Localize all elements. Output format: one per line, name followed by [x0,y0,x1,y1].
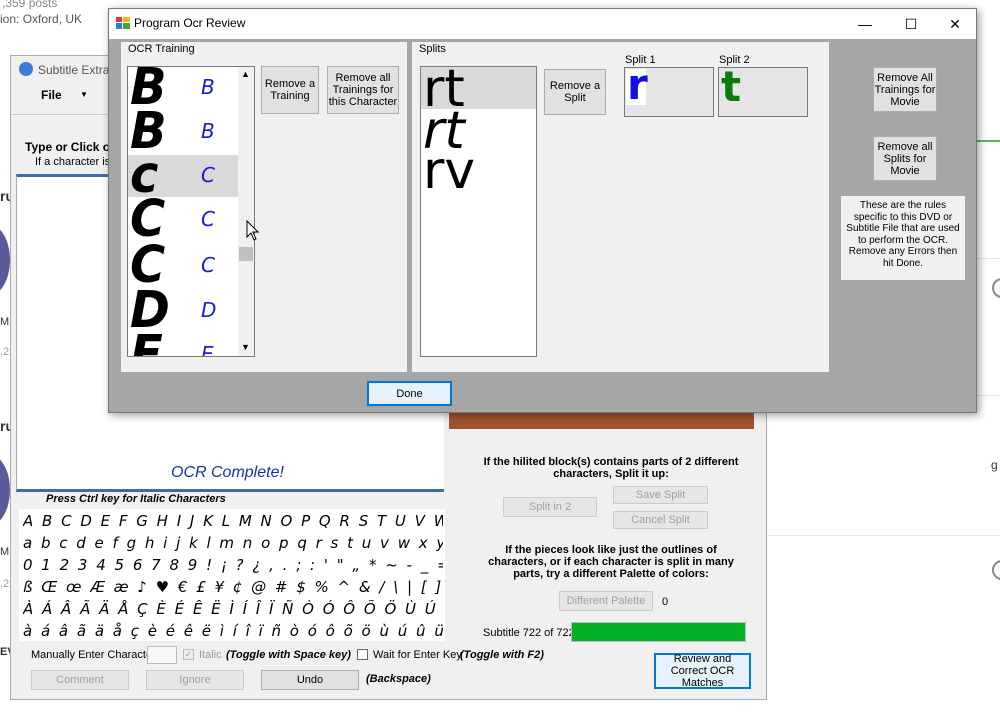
splits-label: Splits [419,43,446,55]
remove-training-button[interactable]: Remove a Training [261,66,319,114]
divider [765,535,1000,536]
training-char: C [201,163,215,187]
text-fragment: g [991,458,998,472]
different-palette-button[interactable]: Different Palette [559,591,653,611]
split-in-2-button[interactable]: Split in 2 [503,497,597,517]
chevron-down-icon[interactable]: ▼ [241,342,250,352]
comment-button[interactable]: Comment [31,670,129,690]
location-value: Oxford, UK [22,12,83,26]
text-fragment: ,2 [0,578,10,590]
character-pad[interactable]: A B C D E F G H I J K L M N O P Q R S T … [19,509,445,641]
avatar [0,455,10,525]
text-fragment: ,2 [0,346,10,358]
list-item[interactable]: E E [128,329,238,357]
split2-preview: t [718,62,808,117]
toggle-f2-hint: (Toggle with F2) [460,649,544,661]
italic-checkbox[interactable]: ✓ [183,649,194,660]
rules-description: These are the rules specific to this DVD… [841,196,965,280]
location: ion: Oxford, UK [0,12,82,26]
training-list[interactable]: B B B B c C C C C C D D E E ▲ ▼ [127,66,255,357]
circle-icon[interactable] [992,560,1000,580]
remove-all-trainings-char-button[interactable]: Remove all Trainings for this Character [327,66,399,114]
avatar [0,225,10,295]
chevron-up-icon[interactable]: ▲ [241,69,250,79]
circle-icon[interactable] [992,278,1000,298]
char-row[interactable]: A B C D E F G H I J K L M N O P Q R S T … [23,512,443,530]
training-char: C [201,253,215,277]
manual-enter-label: Manually Enter Character: [31,649,159,661]
ignore-button[interactable]: Ignore [146,670,244,690]
splits-list[interactable]: rt rt rv [420,66,537,357]
toggle-space-hint: (Toggle with Space key) [226,649,351,661]
cancel-split-button[interactable]: Cancel Split [613,511,708,529]
training-glyph: E [130,324,163,357]
wait-enter-checkbox[interactable] [357,649,368,660]
text-fragment: M [0,546,10,558]
ocr-training-group: OCR Training B B B B c C C C C C D D E E… [121,42,407,372]
save-split-button[interactable]: Save Split [613,486,708,504]
instruction-heading: Type or Click o [25,140,111,154]
app-icon [116,17,130,29]
training-char: B [201,119,215,143]
maximize-icon[interactable]: ☐ [888,9,934,39]
ocr-status: OCR Complete! [171,464,284,481]
char-row[interactable]: ß Œ œ Æ æ ♪ ♥ € £ ¥ ¢ @ # $ % ^ & / \ | … [23,578,443,596]
subtitle-image-bar [449,411,754,429]
menu-bar: File ▼ [31,84,101,106]
italic-hint: Press Ctrl key for Italic Characters [46,493,226,505]
split1-preview: r [624,60,714,117]
post-count: ,359 posts [2,0,58,10]
char-row[interactable]: À Á Â Ã Ä Å Ç È É Ê Ë Ì Í Î Ï Ñ Ò Ó Ô Õ … [23,600,443,618]
remove-all-trainings-movie-button[interactable]: Remove All Trainings for Movie [873,67,937,112]
undo-button[interactable]: Undo [261,670,359,690]
remove-split-button[interactable]: Remove a Split [544,69,606,115]
review-correct-button[interactable]: Review and Correct OCR Matches [654,653,751,689]
split-instruction: If the hilited block(s) contains parts o… [483,456,739,480]
subtitle-counter: Subtitle 722 of 722 [483,627,575,639]
wait-enter-label: Wait for Enter Key [373,649,462,661]
palette-count: 0 [662,596,669,608]
dialog-title: Program Ocr Review [134,16,246,30]
close-icon[interactable]: ✕ [932,9,978,39]
backspace-hint: (Backspace) [366,673,431,685]
split-glyph: rv [423,141,476,201]
minimize-icon[interactable]: — [842,9,888,39]
splits-group: Splits rt rt rv Remove a Split Split 1 S… [412,42,829,372]
progress-bar [571,622,746,642]
ocr-training-label: OCR Training [128,43,195,55]
char-row[interactable]: a b c d e f g h i j k l m n o p q r s t … [23,534,443,552]
manual-char-input[interactable] [147,646,177,664]
palette-instruction: If the pieces look like just the outline… [488,544,734,580]
progress-fill [572,623,745,641]
split2-glyph: t [721,62,742,111]
char-row[interactable]: à á â ã ä å ç è é ê ë ì í î ï ñ ò ó ô õ … [23,622,443,640]
list-item[interactable]: rv [421,145,536,197]
split1-glyph: r [627,60,648,109]
app-icon [19,62,33,76]
scrollbar-thumb[interactable] [239,247,253,261]
menu-file[interactable]: File [41,88,62,102]
italic-label: Italic [199,649,222,661]
char-row[interactable]: 0 1 2 3 4 5 6 7 8 9 ! ¡ ? ¿ , . ; : ' " … [23,556,443,574]
location-label: ion: [0,12,20,26]
chevron-down-icon[interactable]: ▼ [80,90,88,99]
training-char: D [201,298,217,322]
remove-all-splits-movie-button[interactable]: Remove all Splits for Movie [873,136,937,181]
scrollbar[interactable]: ▲ ▼ [238,67,254,356]
training-char: B [201,75,215,99]
mouse-cursor-icon [246,220,260,241]
done-button[interactable]: Done [367,381,452,406]
training-char: C [201,207,215,231]
text-fragment: M [0,316,10,328]
dialog-titlebar: Program Ocr Review — ☐ ✕ [109,9,976,39]
training-char: E [201,342,214,357]
